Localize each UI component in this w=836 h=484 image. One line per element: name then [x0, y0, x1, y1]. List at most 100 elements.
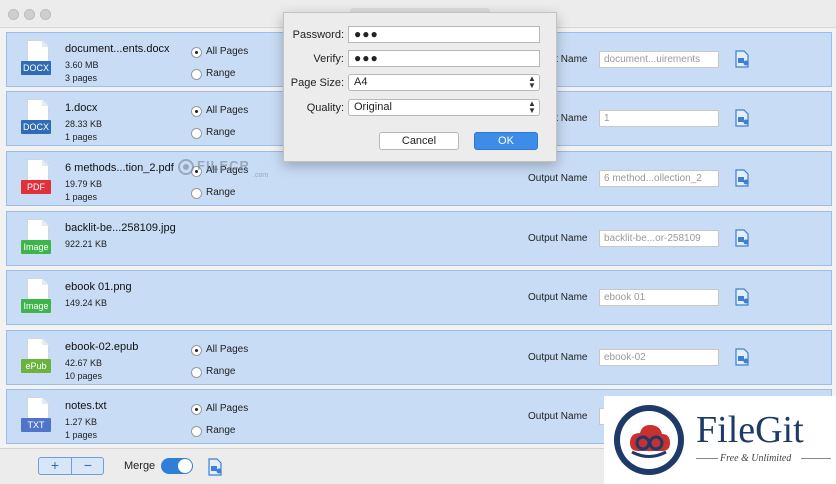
verify-label: Verify: — [313, 53, 344, 65]
file-page-count: 3 pages — [65, 73, 98, 83]
output-name-label: Output Name — [528, 173, 588, 184]
page-size-value: A4 — [354, 76, 368, 88]
file-type-icon: DOCX — [21, 99, 55, 140]
radio-indicator — [191, 166, 202, 177]
quality-select[interactable]: Original ▲ ▼ — [348, 99, 540, 116]
file-page-count: 10 pages — [65, 371, 103, 381]
add-remove-control: + − — [38, 457, 104, 475]
file-size: 149.24 KB — [65, 298, 108, 308]
password-field[interactable]: ●●● — [348, 26, 540, 43]
file-name: 6 methods...tion_2.pdf — [65, 162, 174, 174]
output-name-field[interactable]: ebook-02 — [599, 349, 719, 366]
remove-file-button[interactable]: − — [72, 458, 104, 474]
file-size: 3.60 MB — [65, 60, 99, 70]
range-label: Range — [206, 187, 236, 198]
all-pages-radio[interactable]: All Pages — [191, 344, 251, 358]
divider — [696, 458, 718, 459]
file-size: 922.21 KB — [65, 239, 108, 249]
output-name-field[interactable]: backlit-be...or-258109 — [599, 230, 719, 247]
file-page-count: 1 pages — [65, 430, 98, 440]
file-type-badge: ePub — [21, 359, 51, 373]
output-name-label: Output Name — [528, 352, 588, 363]
radio-indicator — [191, 345, 202, 356]
file-name: ebook-02.epub — [65, 341, 139, 353]
file-size: 28.33 KB — [65, 119, 103, 129]
file-type-badge: PDF — [21, 180, 51, 194]
all-pages-label: All Pages — [206, 165, 249, 176]
file-type-badge: TXT — [21, 418, 51, 432]
range-label: Range — [206, 68, 236, 79]
file-type-badge: Image — [21, 299, 51, 313]
output-name-label: Output Name — [528, 292, 588, 303]
output-settings-icon[interactable] — [734, 109, 750, 127]
file-type-icon: ePub — [21, 338, 55, 379]
file-name: ebook 01.png — [65, 281, 132, 293]
range-label: Range — [206, 127, 236, 138]
range-label: Range — [206, 425, 236, 436]
merge-label: Merge — [124, 460, 156, 472]
file-size: 42.67 KB — [65, 358, 103, 368]
merge-toggle[interactable] — [161, 458, 193, 474]
output-name-field[interactable]: 6 method...ollection_2 — [599, 170, 719, 187]
cancel-button[interactable]: Cancel — [379, 132, 459, 150]
range-radio[interactable]: Range — [191, 68, 251, 82]
range-radio[interactable]: Range — [191, 187, 251, 201]
verify-field[interactable]: ●●● — [348, 50, 540, 67]
filegit-name: FileGit — [696, 409, 804, 451]
output-settings-icon[interactable] — [734, 50, 750, 68]
all-pages-radio[interactable]: All Pages — [191, 165, 251, 179]
page-size-select[interactable]: A4 ▲ ▼ — [348, 74, 540, 91]
password-label: Password: — [292, 29, 344, 41]
security-dialog: Password: ●●● Verify: ●●● Page Size: A4 … — [283, 12, 557, 162]
range-radio[interactable]: Range — [191, 127, 251, 141]
radio-indicator — [191, 367, 202, 378]
file-row[interactable]: ePub ebook-02.epub 42.67 KB 10 pages All Pag… — [6, 330, 832, 385]
file-name: backlit-be...258109.jpg — [65, 222, 176, 234]
radio-indicator — [191, 188, 202, 199]
range-radio[interactable]: Range — [191, 366, 251, 380]
add-file-button[interactable]: + — [39, 458, 71, 474]
output-name-label: Output Name — [528, 411, 588, 422]
file-type-icon: Image — [21, 219, 55, 260]
minimize-window-button[interactable] — [24, 9, 35, 20]
file-size: 19.79 KB — [65, 179, 103, 189]
file-type-icon: Image — [21, 278, 55, 319]
output-name-field[interactable]: document...uirements — [599, 51, 719, 68]
output-name-field[interactable]: ebook 01 — [599, 289, 719, 306]
radio-indicator — [191, 128, 202, 139]
file-type-badge: DOCX — [21, 61, 51, 75]
all-pages-radio[interactable]: All Pages — [191, 46, 251, 60]
output-name-label: Output Name — [528, 233, 588, 244]
divider — [801, 458, 831, 459]
radio-indicator — [191, 426, 202, 437]
file-page-count: 1 pages — [65, 192, 98, 202]
chevron-updown-icon: ▲ ▼ — [528, 99, 536, 115]
file-type-icon: TXT — [21, 397, 55, 438]
output-settings-icon[interactable] — [734, 169, 750, 187]
close-window-button[interactable] — [8, 9, 19, 20]
file-row[interactable]: Image backlit-be...258109.jpg 922.21 KB Out… — [6, 211, 832, 266]
zoom-window-button[interactable] — [40, 9, 51, 20]
all-pages-radio[interactable]: All Pages — [191, 105, 251, 119]
all-pages-radio[interactable]: All Pages — [191, 403, 251, 417]
ok-button[interactable]: OK — [474, 132, 538, 150]
range-radio[interactable]: Range — [191, 425, 251, 439]
file-row[interactable]: Image ebook 01.png 149.24 KB Output Name ebo… — [6, 270, 832, 325]
chevron-updown-icon: ▲ ▼ — [528, 74, 536, 90]
filegit-tagline: Free & Unlimited — [720, 453, 792, 464]
output-settings-icon[interactable] — [734, 288, 750, 306]
file-type-badge: DOCX — [21, 120, 51, 134]
output-settings-icon[interactable] — [734, 229, 750, 247]
output-name-field[interactable]: 1 — [599, 110, 719, 127]
output-settings-icon[interactable] — [734, 348, 750, 366]
file-type-icon: DOCX — [21, 40, 55, 81]
file-type-icon: PDF — [21, 159, 55, 200]
page-size-label: Page Size: — [290, 77, 344, 89]
all-pages-label: All Pages — [206, 46, 249, 57]
all-pages-label: All Pages — [206, 403, 249, 414]
file-name: 1.docx — [65, 102, 98, 114]
output-folder-icon[interactable] — [207, 458, 223, 476]
filegit-watermark: FileGit Free & Unlimited — [604, 396, 836, 484]
radio-indicator — [191, 69, 202, 80]
quality-label: Quality: — [306, 102, 344, 114]
